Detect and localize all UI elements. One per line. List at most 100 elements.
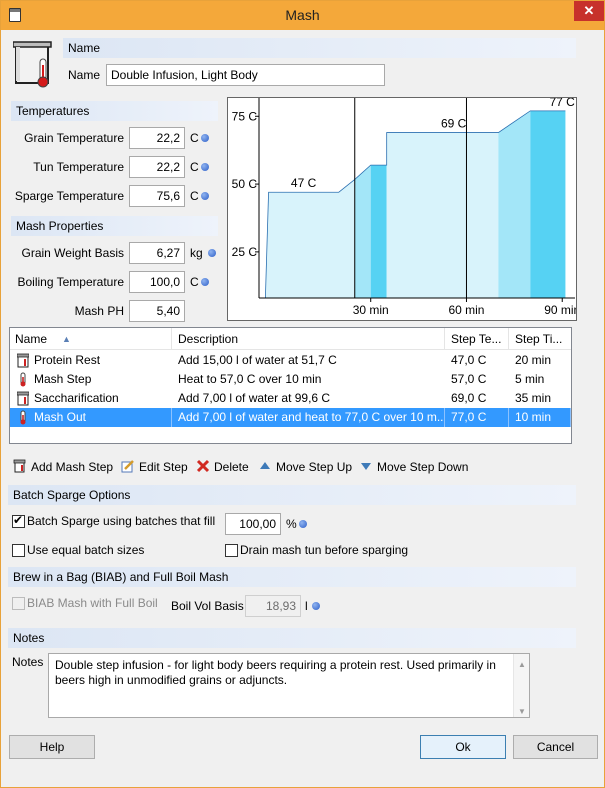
boiling-temperature-label: Boiling Temperature (17, 275, 124, 289)
help-button[interactable]: Help (9, 735, 95, 759)
table-row[interactable]: Saccharification Add 7,00 l of water at 9… (10, 389, 571, 408)
ok-button[interactable]: Ok (420, 735, 506, 759)
cell-temp: 47,0 C (451, 353, 487, 367)
column-header-step-time[interactable]: Step Ti... (510, 328, 571, 350)
sort-ascending-icon: ▲ (62, 334, 71, 344)
biab-full-boil-checkbox[interactable] (12, 597, 25, 610)
edit-pencil-icon (121, 459, 135, 473)
move-step-down-label: Move Step Down (377, 460, 469, 474)
scroll-up-icon[interactable]: ▲ (518, 657, 526, 672)
chart-x-tick-label: 30 min (353, 303, 389, 317)
chart-temperature-label: 69 C (441, 117, 467, 131)
mash-properties-header: Mash Properties (11, 216, 218, 236)
cancel-button[interactable]: Cancel (513, 735, 598, 759)
cell-name: Mash Out (10, 408, 172, 427)
grain-temperature-unit: C (190, 131, 199, 145)
edit-step-button[interactable]: Edit Step (121, 458, 188, 476)
boil-vol-info-icon[interactable] (312, 602, 320, 610)
delete-step-label: Delete (214, 460, 249, 474)
tun-temperature-label: Tun Temperature (33, 160, 124, 174)
sparge-temperature-info-icon[interactable] (201, 192, 209, 200)
notes-text: Double step infusion - for light body be… (55, 658, 496, 687)
biab-header: Brew in a Bag (BIAB) and Full Boil Mash (8, 567, 576, 587)
name-section-header: Name (63, 38, 576, 58)
tun-temperature-info-icon[interactable] (201, 163, 209, 171)
cell-description: Heat to 57,0 C over 10 min (178, 372, 322, 386)
boiling-temperature-input[interactable]: 100,0 (129, 271, 185, 293)
title-bar: Mash ✕ (1, 1, 604, 30)
chart-area-segment (498, 110, 531, 299)
boil-vol-basis-unit: l (305, 599, 308, 613)
batch-fill-info-icon[interactable] (299, 520, 307, 528)
cell-time: 5 min (515, 372, 545, 386)
tun-temperature-input[interactable]: 22,2 (129, 156, 185, 178)
grain-weight-basis-input[interactable]: 6,27 (129, 242, 185, 264)
table-row[interactable]: Mash Out Add 7,00 l of water and heat to … (10, 408, 571, 427)
batch-sparge-checkbox[interactable] (12, 513, 25, 528)
cell-description: Add 7,00 l of water at 99,6 C (178, 391, 331, 405)
mash-tun-icon (13, 41, 52, 88)
grain-temperature-input[interactable]: 22,2 (129, 127, 185, 149)
mash-profile-chart-svg: 25 C 50 C 75 C 30 min 60 min 90 min 47 C 69 C 77… (232, 95, 581, 317)
cell-time: 20 min (515, 353, 552, 367)
table-row[interactable]: Mash Step Heat to 57,0 C over 10 min 57,0 … (10, 370, 571, 389)
scroll-down-icon[interactable]: ▼ (518, 704, 526, 719)
equal-batch-sizes-label: Use equal batch sizes (27, 543, 145, 557)
drain-mash-tun-label: Drain mash tun before sparging (240, 543, 409, 557)
infusion-icon (17, 391, 29, 406)
table-row[interactable]: Protein Rest Add 15,00 l of water at 51,7… (10, 351, 571, 370)
notes-textarea[interactable]: Double step infusion - for light body be… (48, 653, 530, 718)
grain-temperature-label: Grain Temperature (24, 131, 124, 145)
boil-vol-basis-input[interactable]: 18,93 (245, 595, 301, 617)
chart-y-tick-label: 50 C (232, 177, 258, 191)
cell-name: Protein Rest (34, 353, 101, 367)
boiling-temperature-info-icon[interactable] (201, 278, 209, 286)
batch-fill-percent-input[interactable]: 100,00 (225, 513, 281, 535)
add-mash-step-button[interactable]: Add Mash Step (13, 458, 113, 476)
move-step-up-label: Move Step Up (276, 460, 353, 474)
sparge-temperature-label: Sparge Temperature (14, 189, 124, 203)
column-header-name-label: Name (15, 332, 48, 346)
chart-area-segment (370, 132, 387, 298)
chart-x-tick-label: 90 min (544, 303, 576, 317)
chart-area-segment (354, 165, 371, 298)
cell-description: Add 7,00 l of water and heat to 77,0 C o… (173, 408, 445, 427)
mash-ph-label: Mash PH (74, 304, 124, 318)
move-step-up-button[interactable]: Move Step Up (258, 458, 352, 476)
name-input[interactable]: Double Infusion, Light Body (106, 64, 385, 86)
cell-name: Mash Step (34, 372, 92, 386)
batch-fill-percent-unit: % (286, 517, 297, 531)
notes-header: Notes (8, 628, 576, 648)
add-mash-step-label: Add Mash Step (31, 460, 114, 474)
delete-step-button[interactable]: Delete (196, 458, 249, 476)
grain-weight-info-icon[interactable] (208, 249, 216, 257)
cell-time: 10 min (510, 408, 571, 427)
temperatures-header: Temperatures (11, 101, 218, 121)
mash-dialog: Mash ✕ Name Name Double Infusion, Light … (0, 0, 605, 788)
cell-temp: 69,0 C (451, 391, 487, 405)
batch-sparge-label: Batch Sparge using batches that fill (27, 514, 216, 528)
drain-mash-tun-checkbox[interactable] (225, 544, 238, 557)
column-header-name[interactable]: Name ▲ (10, 328, 172, 350)
chart-y-tick-label: 75 C (232, 109, 258, 123)
column-header-step-temp[interactable]: Step Te... (446, 328, 509, 350)
move-step-down-button[interactable]: Move Step Down (359, 458, 468, 476)
sparge-temperature-input[interactable]: 75,6 (129, 185, 185, 207)
chart-temperature-label: 77 C (549, 98, 575, 109)
temperature-step-icon (20, 410, 26, 425)
mash-profile-chart: 25 C 50 C 75 C 30 min 60 min 90 min 47 C 69 C 77… (227, 95, 581, 321)
grain-temperature-info-icon[interactable] (201, 134, 209, 142)
close-button[interactable]: ✕ (574, 1, 604, 21)
column-header-description[interactable]: Description (173, 328, 445, 350)
chart-temperature-label: 47 C (291, 176, 317, 190)
cell-temp: 77,0 C (446, 408, 509, 427)
tun-temperature-unit: C (190, 160, 199, 174)
mash-ph-input[interactable]: 5,40 (129, 300, 185, 322)
grain-weight-basis-label: Grain Weight Basis (21, 246, 125, 260)
equal-batch-sizes-checkbox[interactable] (12, 544, 25, 557)
notes-label: Notes (12, 655, 44, 669)
add-step-icon (13, 459, 27, 473)
notes-scrollbar[interactable]: ▲ ▼ (513, 654, 529, 717)
boil-vol-basis-label: Boil Vol Basis (171, 599, 244, 613)
chart-x-tick-label: 60 min (448, 303, 484, 317)
